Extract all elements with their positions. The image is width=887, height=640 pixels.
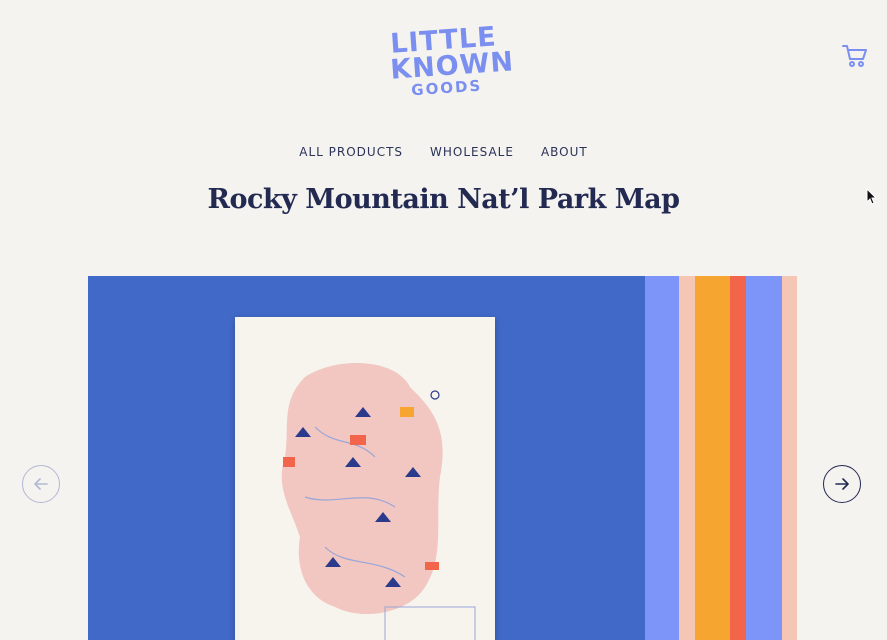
mouse-pointer-icon <box>866 188 878 205</box>
stripe-peach <box>679 276 695 640</box>
nav-about[interactable]: ABOUT <box>541 145 588 159</box>
stripe-orange <box>695 276 730 640</box>
stripe-periwinkle-2 <box>746 276 782 640</box>
cart-icon[interactable] <box>842 44 868 68</box>
next-image-button[interactable] <box>823 465 861 503</box>
stripe-periwinkle <box>645 276 679 640</box>
arrow-left-icon <box>34 478 48 490</box>
main-nav: ALL PRODUCTS WHOLESALE ABOUT <box>0 145 887 159</box>
brand-logo[interactable]: LITTLE KNOWN GOODS <box>388 21 515 101</box>
nav-wholesale[interactable]: WHOLESALE <box>430 145 514 159</box>
nav-all-products[interactable]: ALL PRODUCTS <box>299 145 403 159</box>
stripe-red <box>730 276 746 640</box>
arrow-right-icon <box>835 478 849 490</box>
stripe-peach-2 <box>782 276 797 640</box>
previous-image-button[interactable] <box>22 465 60 503</box>
product-title: Rocky Mountain Nat’l Park Map <box>207 184 680 215</box>
product-image <box>88 276 797 640</box>
map-poster <box>235 317 495 640</box>
